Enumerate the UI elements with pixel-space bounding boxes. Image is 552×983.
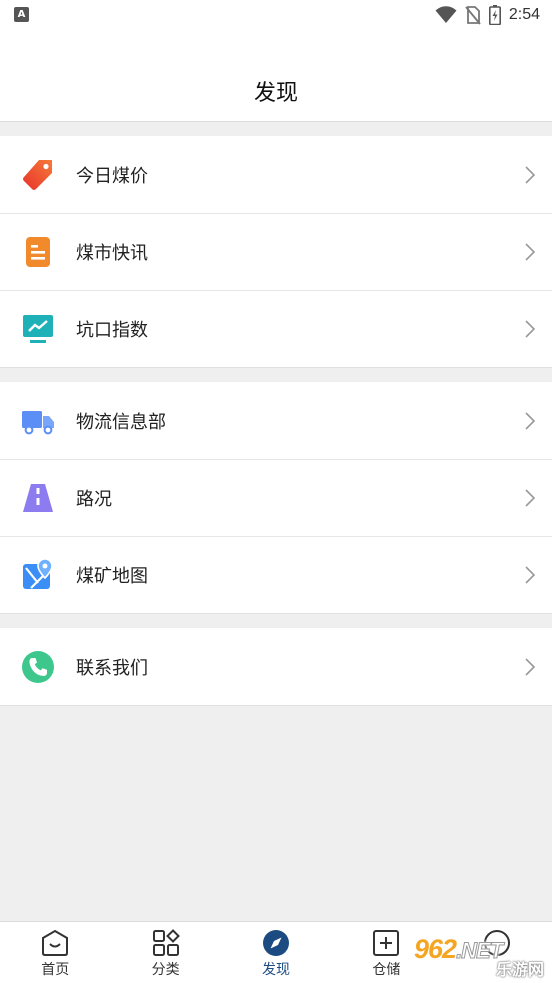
chevron-right-icon [525,657,536,676]
trend-monitor-icon [23,314,53,343]
menu-label: 物流信息部 [76,411,166,433]
tab-label: 发现 [262,962,291,978]
wifi-icon [435,6,457,23]
status-time: 2:54 [508,6,540,23]
menu-item-road-conditions[interactable]: 路况 [0,459,552,536]
battery-charging-icon [488,5,501,25]
menu-label: 煤矿地图 [76,565,148,587]
map-pin-icon [23,557,53,589]
page-title: 发现 [253,80,298,106]
menu-group-logistics: 物流信息部 路况 煤矿地图 [0,382,552,614]
menu-label: 煤市快讯 [76,242,148,264]
phone-icon [22,650,54,683]
compass-icon [263,930,290,956]
category-icon [152,929,180,956]
home-icon [42,929,69,956]
warehouse-icon [373,930,400,956]
menu-label: 坑口指数 [76,319,148,341]
chevron-right-icon [525,488,536,507]
menu-label: 路况 [76,488,112,510]
menu-item-market-news[interactable]: 煤市快讯 [0,213,552,290]
tab-label: 分类 [151,962,180,978]
price-tag-icon [23,159,52,190]
menu-item-contact-us[interactable]: 联系我们 [0,628,552,705]
no-sim-icon [465,6,481,25]
tab-label: 仓储 [372,962,401,978]
header: 发现 [0,32,552,122]
menu-item-today-price[interactable]: 今日煤价 [0,136,552,213]
status-bar: A 2:54 [0,0,552,32]
menu-item-pit-index[interactable]: 坑口指数 [0,290,552,367]
watermark-brand: 962.NET [414,934,504,964]
menu-label: 联系我们 [76,657,148,679]
menu-group-market: 今日煤价 煤市快讯 坑口指数 [0,136,552,368]
menu-label: 今日煤价 [76,165,148,187]
truck-icon [22,410,54,434]
road-icon [23,483,53,512]
chevron-right-icon [525,565,536,584]
notification-badge: A [14,7,29,22]
news-doc-icon [26,236,50,267]
tab-discover[interactable]: 发现 [221,922,331,983]
chevron-right-icon [525,411,536,430]
menu-group-contact: 联系我们 [0,628,552,706]
watermark-logo: 962.NET 乐游网 [414,934,548,979]
tab-label: 首页 [41,962,70,978]
menu-item-coal-mine-map[interactable]: 煤矿地图 [0,536,552,613]
status-icons: 2:54 [435,5,540,25]
menu-item-logistics[interactable]: 物流信息部 [0,382,552,459]
tab-category[interactable]: 分类 [110,922,220,983]
chevron-right-icon [525,319,536,338]
watermark-subtitle: 乐游网 [495,960,544,979]
tab-home[interactable]: 首页 [0,922,110,983]
chevron-right-icon [525,242,536,261]
chevron-right-icon [525,165,536,184]
